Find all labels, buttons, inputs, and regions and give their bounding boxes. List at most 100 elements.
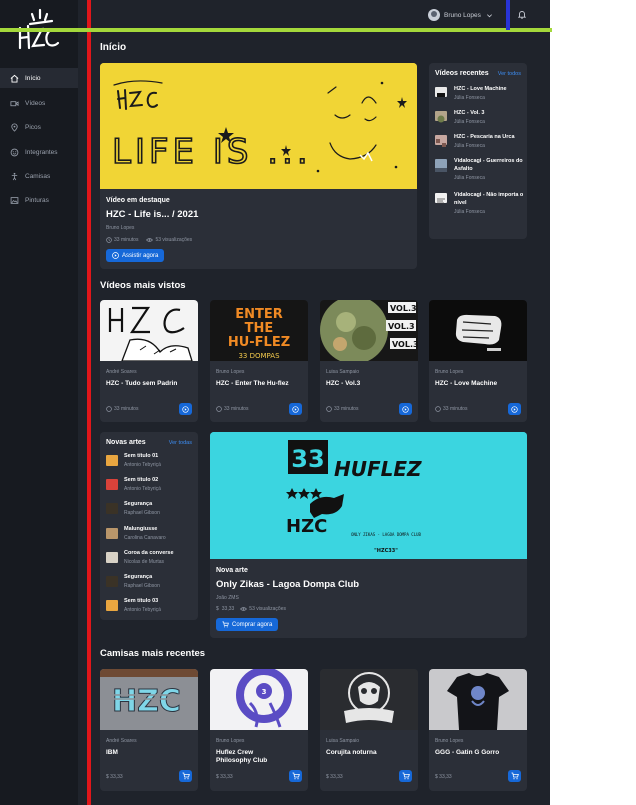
featured-video-thumbnail[interactable]: LIFE IS ... bbox=[100, 63, 417, 189]
featured-art-image[interactable]: 33 HUFLEZ HZC ONLY ZIKAS · LAGOA DOMPA C… bbox=[210, 432, 527, 559]
art-item[interactable]: Sem título 01 Antonio Tebyriçá bbox=[106, 453, 196, 471]
shirt-card[interactable]: Luisa Sampaio Corujita noturna $ 33,33 bbox=[320, 669, 418, 791]
sidebar-item-videos[interactable]: Vídeos bbox=[0, 93, 78, 113]
shirt-thumbnail[interactable]: HZC bbox=[100, 669, 198, 730]
art-item[interactable]: Malungiusse Carolina Canavaro bbox=[106, 526, 196, 544]
sidebar-item-label: Picos bbox=[25, 123, 41, 131]
svg-text:VOL.3: VOL.3 bbox=[392, 340, 418, 349]
sidebar-item-inicio[interactable]: Início bbox=[0, 68, 78, 88]
recent-video-author: Júlia Fonseca bbox=[454, 119, 485, 125]
art-item[interactable]: Sem título 02 Antonio Tebyriçá bbox=[106, 477, 196, 495]
recent-videos-see-all-link[interactable]: Ver todos bbox=[498, 71, 521, 77]
user-menu[interactable]: Bruno Lopes bbox=[428, 8, 493, 22]
featured-title[interactable]: HZC - Life is... / 2021 bbox=[106, 209, 198, 220]
art-item[interactable]: Coroa da converse Nicolas de Murtas bbox=[106, 550, 196, 568]
play-button[interactable] bbox=[179, 403, 192, 415]
video-title: HZC - Love Machine bbox=[435, 380, 498, 387]
shirt-card[interactable]: Bruno Lopes GGG - Gatin G Gorro $ 33,33 bbox=[429, 669, 527, 791]
new-arts-title: Novas artes bbox=[106, 439, 146, 446]
recent-video-title: Vidalocagi - Não importa o nível bbox=[454, 192, 524, 206]
recent-video-item[interactable]: HZC - Vol. 3 Júlia Fonseca bbox=[435, 109, 525, 125]
sidebar-item-label: Vídeos bbox=[25, 99, 46, 107]
chevron-down-icon bbox=[486, 13, 492, 17]
shirt-price: $ 33,33 bbox=[435, 774, 452, 780]
shirt-thumbnail[interactable] bbox=[320, 669, 418, 730]
featured-art-title[interactable]: Only Zikas - Lagoa Dompa Club bbox=[216, 579, 359, 590]
shirt-price-value: 33,33 bbox=[330, 774, 343, 780]
featured-label: Vídeo em destaque bbox=[106, 197, 170, 204]
featured-art-card[interactable]: 33 HUFLEZ HZC ONLY ZIKAS · LAGOA DOMPA C… bbox=[210, 432, 527, 638]
shirt-card[interactable]: HZC André Soares IBM $ 33,33 bbox=[100, 669, 198, 791]
clock-icon bbox=[106, 237, 112, 243]
map-pin-icon bbox=[11, 123, 18, 132]
eye-icon bbox=[240, 607, 248, 611]
shirt-title: GGG - Gatin G Gorro bbox=[435, 749, 500, 756]
shirts-title: Camisas mais recentes bbox=[100, 648, 206, 659]
recent-video-item[interactable]: Vidalocagi - Não importa o nível Júlia F… bbox=[435, 191, 525, 215]
home-icon bbox=[10, 74, 19, 83]
recent-video-title: HZC - Vol. 3 bbox=[454, 110, 485, 116]
play-button[interactable] bbox=[508, 403, 521, 415]
recent-video-item[interactable]: HZC - Pescaria na Urca Júlia Fonseca bbox=[435, 133, 525, 149]
sidebar-item-label: Integrantes bbox=[25, 148, 58, 156]
play-circle-icon bbox=[182, 405, 189, 413]
video-duration: 33 minutos bbox=[326, 406, 358, 412]
art-title: Segurança bbox=[124, 501, 153, 507]
sidebar-item-picos[interactable]: Picos bbox=[0, 117, 78, 137]
svg-text:VOL.3: VOL.3 bbox=[388, 322, 415, 331]
add-to-cart-button[interactable] bbox=[508, 770, 521, 782]
cart-icon bbox=[402, 772, 410, 780]
recent-videos-title: Vídeos recentes bbox=[435, 70, 489, 77]
clock-icon bbox=[326, 406, 332, 412]
svg-text:HZC: HZC bbox=[112, 684, 181, 719]
watch-now-button[interactable]: Assistir agora bbox=[106, 249, 165, 262]
shirt-price: $ 33,33 bbox=[216, 774, 233, 780]
app-window: Início Vídeos Picos Integrantes Camisas … bbox=[0, 0, 550, 805]
shirt-thumbnail[interactable] bbox=[429, 669, 527, 730]
play-button[interactable] bbox=[399, 403, 412, 415]
add-to-cart-button[interactable] bbox=[289, 770, 302, 782]
users-icon bbox=[10, 148, 19, 156]
buy-now-button[interactable]: Comprar agora bbox=[216, 618, 279, 631]
featured-art-text-club: ONLY ZIKAS · LAGOA DOMPA CLUB bbox=[351, 532, 421, 537]
sidebar-item-integrantes[interactable]: Integrantes bbox=[0, 142, 78, 162]
shirt-thumbnail[interactable]: 3 bbox=[210, 669, 308, 730]
new-arts-see-all-link[interactable]: Ver todas bbox=[169, 440, 192, 446]
image-icon bbox=[10, 196, 19, 204]
video-card[interactable]: Bruno Lopes HZC - Love Machine 33 minuto… bbox=[429, 300, 527, 422]
recent-video-thumbnail bbox=[435, 135, 447, 147]
video-card[interactable]: André Soares HZC - Tudo sem Padrin 33 mi… bbox=[100, 300, 198, 422]
shirt-icon bbox=[11, 172, 18, 180]
shirt-price-value: 33,33 bbox=[110, 774, 123, 780]
page-title: Início bbox=[100, 42, 127, 53]
recent-video-title: Vidalocagi - Guerreiros do Asfalto bbox=[454, 158, 523, 172]
add-to-cart-button[interactable] bbox=[399, 770, 412, 782]
art-author: Nicolas de Murtas bbox=[124, 559, 165, 565]
art-item[interactable]: Sem título 03 Antonio Tebyriçá bbox=[106, 598, 196, 616]
shirt-price-value: 33,33 bbox=[439, 774, 452, 780]
recent-video-item[interactable]: HZC - Love Machine Júlia Fonseca bbox=[435, 85, 525, 101]
art-title: Sem título 01 bbox=[124, 453, 159, 459]
art-item[interactable]: Segurança Raphael Gibson bbox=[106, 574, 196, 592]
video-card[interactable]: VOL.3 VOL.3 VOL.3 Luisa Sampaio HZC - Vo… bbox=[320, 300, 418, 422]
shirt-price-value: 33,33 bbox=[220, 774, 233, 780]
video-title: HZC - Vol.3 bbox=[326, 380, 361, 387]
play-button[interactable] bbox=[289, 403, 302, 415]
video-thumbnail[interactable] bbox=[429, 300, 527, 361]
bell-icon[interactable] bbox=[518, 10, 526, 19]
featured-art-text-tag: "HZC33" bbox=[374, 548, 398, 554]
video-thumbnail[interactable]: VOL.3 VOL.3 VOL.3 bbox=[320, 300, 418, 361]
sidebar-item-pinturas[interactable]: Pinturas bbox=[0, 190, 78, 210]
add-to-cart-button[interactable] bbox=[179, 770, 192, 782]
recent-video-item[interactable]: Vidalocagi - Guerreiros do Asfalto Júlia… bbox=[435, 157, 525, 181]
art-item[interactable]: Segurança Raphael Gibson bbox=[106, 501, 196, 519]
featured-video-card[interactable]: LIFE IS ... Vídeo em destaque HZC - Life… bbox=[100, 63, 417, 269]
shirt-card[interactable]: 3 Bruno Lopes Huflez Crew Philosophy Clu… bbox=[210, 669, 308, 791]
video-thumbnail[interactable] bbox=[100, 300, 198, 361]
video-thumbnail[interactable]: ENTER THE HU-FLEZ 33 DOMPAS bbox=[210, 300, 308, 361]
shirt-author: Luisa Sampaio bbox=[326, 738, 360, 744]
video-card[interactable]: ENTER THE HU-FLEZ 33 DOMPAS Bruno Lopes … bbox=[210, 300, 308, 422]
sidebar-item-camisas[interactable]: Camisas bbox=[0, 166, 78, 186]
shirt-title: Huflez Crew Philosophy Club bbox=[216, 749, 268, 764]
shirt-author: André Soares bbox=[106, 738, 137, 744]
